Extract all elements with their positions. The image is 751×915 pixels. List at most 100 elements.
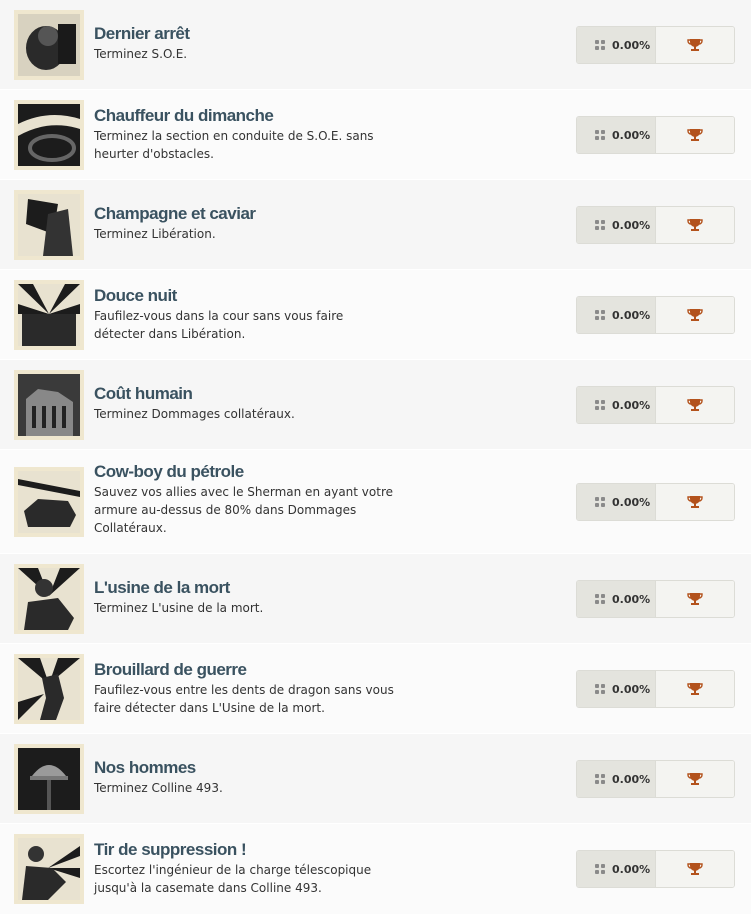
achievement-thumbnail[interactable] — [14, 370, 84, 440]
rarity-cell: 0.00% — [577, 484, 655, 520]
achievement-description: Sauvez vos allies avec le Sherman en aya… — [94, 485, 393, 535]
achievement-thumbnail[interactable] — [14, 834, 84, 904]
trophy-cell — [655, 761, 734, 797]
achievement-stats: 0.00% — [576, 850, 735, 888]
achievement-title: Champagne et caviar — [94, 204, 256, 223]
rarity-icon — [595, 864, 605, 874]
achievement-stats: 0.00% — [576, 760, 735, 798]
rarity-icon — [595, 684, 605, 694]
achievement-stats: 0.00% — [576, 116, 735, 154]
achievement-thumbnail[interactable] — [14, 654, 84, 724]
rarity-percent: 0.00% — [612, 592, 651, 606]
bronze-trophy-icon — [687, 863, 703, 875]
firing-soldier-icon — [18, 838, 80, 900]
rarity-icon — [595, 310, 605, 320]
achievement-title: Coût humain — [94, 384, 193, 403]
achievement-description: Terminez la section en conduite de S.O.E… — [94, 129, 374, 161]
achievement-description: Faufilez-vous dans la cour sans vous fai… — [94, 309, 344, 341]
achievement-thumbnail[interactable] — [14, 467, 84, 537]
rarity-icon — [595, 40, 605, 50]
achievement-description: Terminez Libération. — [94, 227, 216, 241]
achievement-title: Chauffeur du dimanche — [94, 106, 274, 125]
achievement-thumbnail[interactable] — [14, 744, 84, 814]
achievement-stats: 0.00% — [576, 296, 735, 334]
achievement-title: L'usine de la mort — [94, 578, 230, 597]
achievement-stats: 0.00% — [576, 670, 735, 708]
achievement-stats: 0.00% — [576, 26, 735, 64]
bronze-trophy-icon — [687, 496, 703, 508]
achievement-row[interactable]: Chauffeur du dimanche Terminez la sectio… — [0, 90, 751, 180]
achievement-thumbnail[interactable] — [14, 280, 84, 350]
achievement-description: Terminez Colline 493. — [94, 781, 223, 795]
rarity-cell: 0.00% — [577, 851, 655, 887]
gas-mask-soldier-icon — [18, 568, 80, 630]
trophy-cell — [655, 207, 734, 243]
rarity-icon — [595, 130, 605, 140]
rarity-icon — [595, 220, 605, 230]
trophy-cell — [655, 117, 734, 153]
bronze-trophy-icon — [687, 39, 703, 51]
achievement-row[interactable]: Brouillard de guerre Faufilez-vous entre… — [0, 644, 751, 734]
achievement-row[interactable]: Coût humain Terminez Dommages collatérau… — [0, 360, 751, 450]
achievement-list: Dernier arrêt Terminez S.O.E. 0.00% Chau… — [0, 0, 751, 915]
rarity-percent: 0.00% — [612, 218, 651, 232]
trophy-cell — [655, 387, 734, 423]
achievement-thumbnail[interactable] — [14, 100, 84, 170]
achievement-title: Dernier arrêt — [94, 24, 190, 43]
achievement-description: Terminez Dommages collatéraux. — [94, 407, 295, 421]
rarity-percent: 0.00% — [612, 495, 651, 509]
achievement-title: Douce nuit — [94, 286, 177, 305]
achievement-row[interactable]: L'usine de la mort Terminez L'usine de l… — [0, 554, 751, 644]
sneaking-soldier-icon — [18, 658, 80, 720]
trophy-cell — [655, 671, 734, 707]
achievement-title: Cow-boy du pétrole — [94, 462, 244, 481]
achievement-row[interactable]: Dernier arrêt Terminez S.O.E. 0.00% — [0, 0, 751, 90]
rarity-percent: 0.00% — [612, 772, 651, 786]
rarity-cell: 0.00% — [577, 27, 655, 63]
achievement-row[interactable]: Tir de suppression ! Escortez l'ingénieu… — [0, 824, 751, 915]
bronze-trophy-icon — [687, 129, 703, 141]
trophy-cell — [655, 297, 734, 333]
helmet-rifle-icon — [18, 748, 80, 810]
achievement-row[interactable]: Champagne et caviar Terminez Libération.… — [0, 180, 751, 270]
building-rays-icon — [18, 284, 80, 346]
achievement-title: Nos hommes — [94, 758, 196, 777]
flag-soldiers-icon — [18, 194, 80, 256]
achievement-thumbnail[interactable] — [14, 564, 84, 634]
bronze-trophy-icon — [687, 219, 703, 231]
achievement-thumbnail[interactable] — [14, 10, 84, 80]
achievement-title: Tir de suppression ! — [94, 840, 247, 859]
achievement-description: Terminez S.O.E. — [94, 47, 188, 61]
achievement-row[interactable]: Douce nuit Faufilez-vous dans la cour sa… — [0, 270, 751, 360]
achievement-stats: 0.00% — [576, 483, 735, 521]
tank-icon — [18, 471, 80, 533]
achievement-stats: 0.00% — [576, 206, 735, 244]
ruined-building-icon — [18, 374, 80, 436]
soldier-portrait-icon — [18, 14, 80, 76]
rarity-percent: 0.00% — [612, 398, 651, 412]
achievement-thumbnail[interactable] — [14, 190, 84, 260]
rarity-cell: 0.00% — [577, 117, 655, 153]
rarity-icon — [595, 594, 605, 604]
rarity-percent: 0.00% — [612, 862, 651, 876]
steering-wheel-icon — [18, 104, 80, 166]
rarity-icon — [595, 497, 605, 507]
rarity-cell: 0.00% — [577, 297, 655, 333]
achievement-description: Terminez L'usine de la mort. — [94, 601, 264, 615]
achievement-stats: 0.00% — [576, 580, 735, 618]
achievement-row[interactable]: Nos hommes Terminez Colline 493. 0.00% — [0, 734, 751, 824]
rarity-cell: 0.00% — [577, 761, 655, 797]
trophy-cell — [655, 851, 734, 887]
achievement-description: Faufilez-vous entre les dents de dragon … — [94, 683, 394, 715]
rarity-cell: 0.00% — [577, 581, 655, 617]
rarity-icon — [595, 400, 605, 410]
rarity-percent: 0.00% — [612, 128, 651, 142]
trophy-cell — [655, 484, 734, 520]
achievement-title: Brouillard de guerre — [94, 660, 247, 679]
bronze-trophy-icon — [687, 593, 703, 605]
achievement-row[interactable]: Cow-boy du pétrole Sauvez vos allies ave… — [0, 450, 751, 554]
rarity-cell: 0.00% — [577, 207, 655, 243]
rarity-percent: 0.00% — [612, 38, 651, 52]
bronze-trophy-icon — [687, 773, 703, 785]
bronze-trophy-icon — [687, 683, 703, 695]
